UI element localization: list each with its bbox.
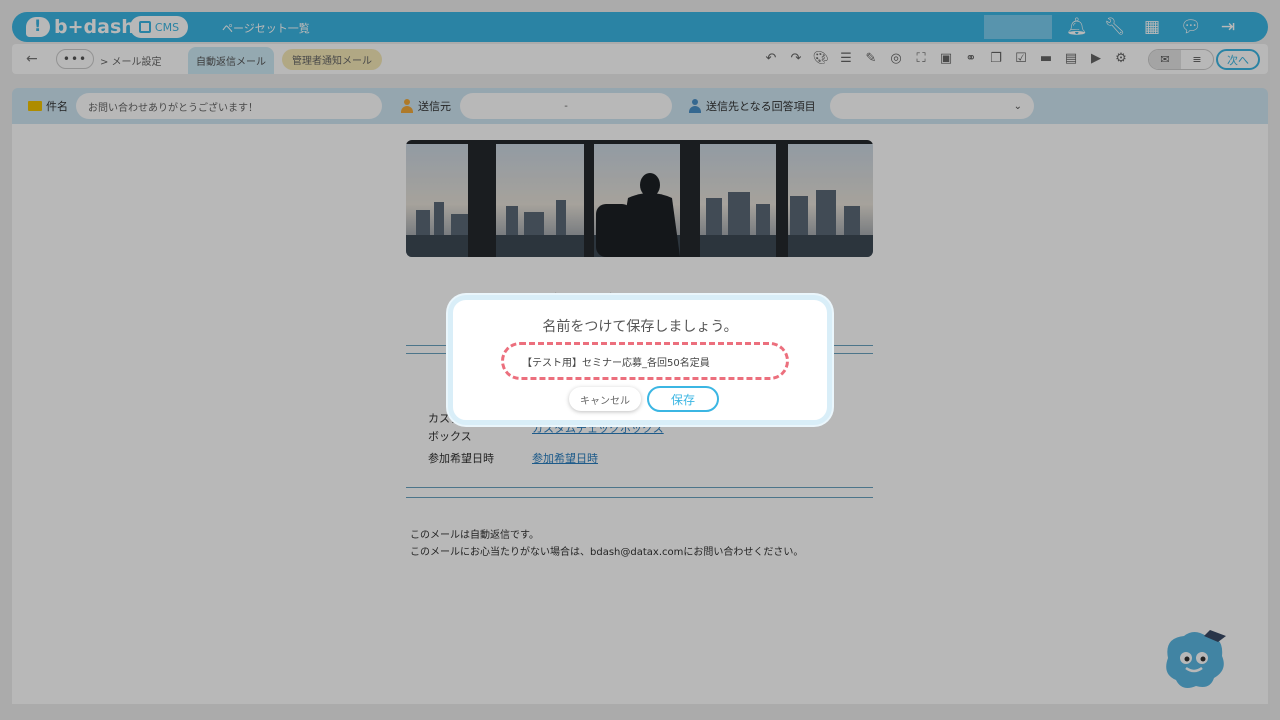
cancel-button[interactable]: キャンセル — [569, 387, 641, 411]
save-button[interactable]: 保存 — [647, 386, 719, 412]
pageset-name-input[interactable]: 【テスト用】セミナー応募_各回50名定員 — [501, 342, 789, 380]
save-name-dialog: 名前をつけて保存しましょう。 【テスト用】セミナー応募_各回50名定員 キャンセ… — [448, 295, 832, 425]
dialog-title: 名前をつけて保存しましょう。 — [542, 319, 738, 335]
